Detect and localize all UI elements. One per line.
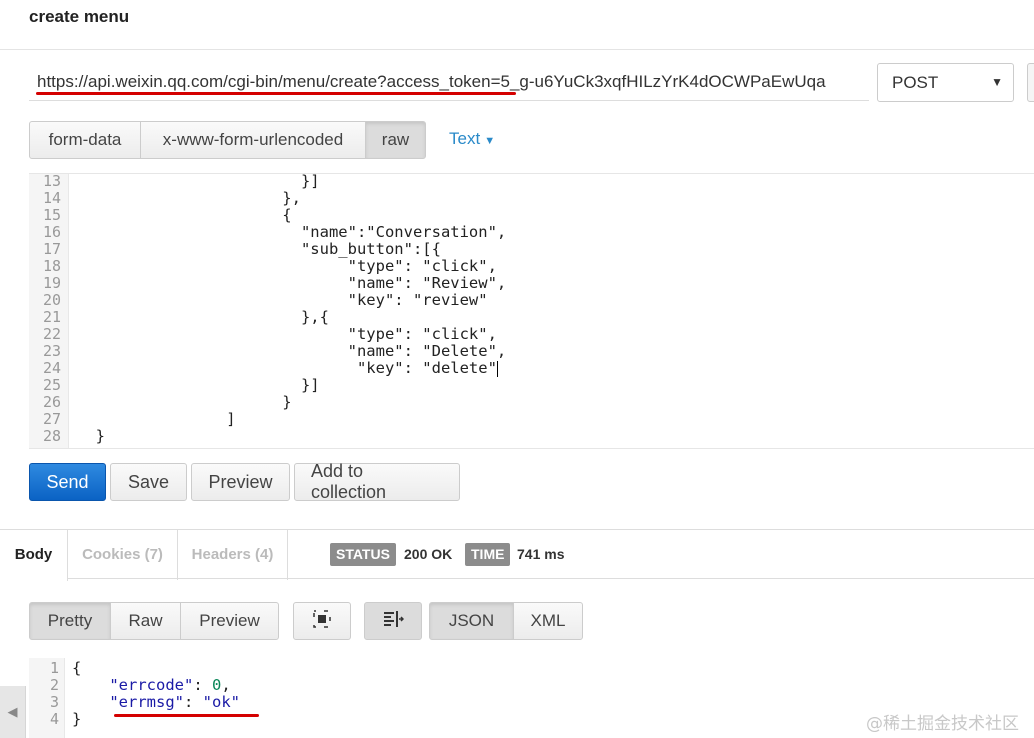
tab-cookies[interactable]: Cookies (7) [68,530,178,580]
line-number: 13 [42,173,61,190]
line-number: 20 [42,291,61,309]
time-badge: TIME [465,543,511,566]
body-mode-group: form-data x-www-form-urlencoded raw [29,121,426,159]
line-number: 25 [42,376,61,394]
time-value: 741 ms [517,546,565,562]
response-line: "errmsg": "ok" [72,694,240,711]
line-number: 23 [42,342,61,360]
request-actions: Send Save Preview Add to collection [29,461,464,502]
scroll-left-handle[interactable]: ◀ [0,686,26,738]
code-line: "name": "Review", [77,274,507,292]
chevron-down-icon: ▼ [991,75,1003,89]
caret-down-icon: ▼ [484,135,496,147]
code-line: "type": "click", [77,325,497,343]
arrow-left-icon: ◀ [7,704,18,719]
response-format-group: JSON XML [429,602,583,640]
code-line: "key": "delete" [77,359,498,377]
code-line: }, [77,189,301,207]
watermark: @稀土掘金技术社区 [866,714,1019,734]
method-value: POST [892,73,939,92]
line-number: 26 [42,393,61,411]
response-view-group: Pretty Raw Preview [29,602,279,640]
code-line: }] [77,173,320,190]
page-title: create menu [29,7,130,26]
line-number: 17 [42,240,61,258]
tab-body[interactable]: Body [0,530,68,581]
response-line-number: 3 [49,693,59,711]
raw-type-dropdown[interactable]: Text ▼ [449,129,495,149]
json-value: 0 [212,676,222,694]
json-key: "errmsg" [109,693,184,711]
status-badge: STATUS [330,543,396,566]
url-params-button[interactable] [1027,63,1034,102]
title-bar: create menu [0,0,1034,50]
code-line: },{ [77,308,329,326]
json-key: "errcode" [109,676,194,694]
add-to-collection-button[interactable]: Add to collection [294,461,460,502]
line-number: 16 [42,223,61,241]
url-input[interactable]: https://api.weixin.qq.com/cgi-bin/menu/c… [29,63,869,101]
send-button[interactable]: Send [29,463,106,501]
errmsg-highlight-underline [114,714,259,717]
code-line: } [77,393,292,411]
response-line: } [72,711,81,728]
preview-view-button[interactable]: Preview [180,602,279,640]
tab-headers[interactable]: Headers (4) [178,530,288,580]
line-number: 22 [42,325,61,343]
wrap-lines-icon [382,610,405,633]
raw-type-label: Text [449,129,481,148]
response-line: "errcode": 0, [72,676,231,694]
text-cursor [496,360,498,377]
raw-view-button[interactable]: Raw [110,602,181,640]
code-line: "type": "click", [77,257,497,275]
code-line: } [77,427,105,445]
method-select[interactable]: POST ▼ [877,63,1014,102]
line-number: 15 [42,206,61,224]
response-tabs: Body Cookies (7) Headers (4) STATUS 200 … [0,529,1034,581]
response-brace: { [72,659,82,677]
response-line-number: 1 [49,659,59,677]
line-number: 14 [42,189,61,207]
line-number: 18 [42,257,61,275]
response-line: { [72,660,81,677]
response-line-number: 2 [49,676,59,694]
code-line: "key": "review" [77,291,488,309]
save-button[interactable]: Save [110,463,187,501]
json-separator: : [183,693,203,711]
fullscreen-icon [313,609,331,633]
fullscreen-button[interactable] [293,602,351,640]
line-number: 24 [42,359,61,377]
json-tail: , [221,676,231,694]
json-value: "ok" [202,693,240,711]
line-number: 19 [42,274,61,292]
form-data-button[interactable]: form-data [29,121,141,159]
code-line: "name":"Conversation", [77,223,507,241]
code-line: { [77,206,292,224]
code-line: "sub_button":[{ [77,240,441,258]
response-line-number: 4 [49,710,59,728]
preview-button[interactable]: Preview [191,463,290,501]
xml-button[interactable]: XML [513,602,583,640]
json-separator: : [193,676,212,694]
code-line: }] [77,376,320,394]
line-number: 27 [42,410,61,428]
status-value: 200 OK [404,546,453,562]
json-button[interactable]: JSON [429,602,514,640]
code-line: "name": "Delete", [77,342,507,360]
wrap-lines-button[interactable] [364,602,422,640]
urlencoded-button[interactable]: x-www-form-urlencoded [140,121,366,159]
line-number: 21 [42,308,61,326]
request-body-editor[interactable]: 13 }] 14 }, 15 {16 "name":"Conversation", 1… [29,173,1034,449]
response-brace: } [72,710,82,728]
pretty-button[interactable]: Pretty [29,602,111,640]
code-line: ] [77,410,236,428]
url-highlight-underline [36,92,516,95]
line-number: 28 [42,427,61,445]
raw-button[interactable]: raw [365,121,426,159]
